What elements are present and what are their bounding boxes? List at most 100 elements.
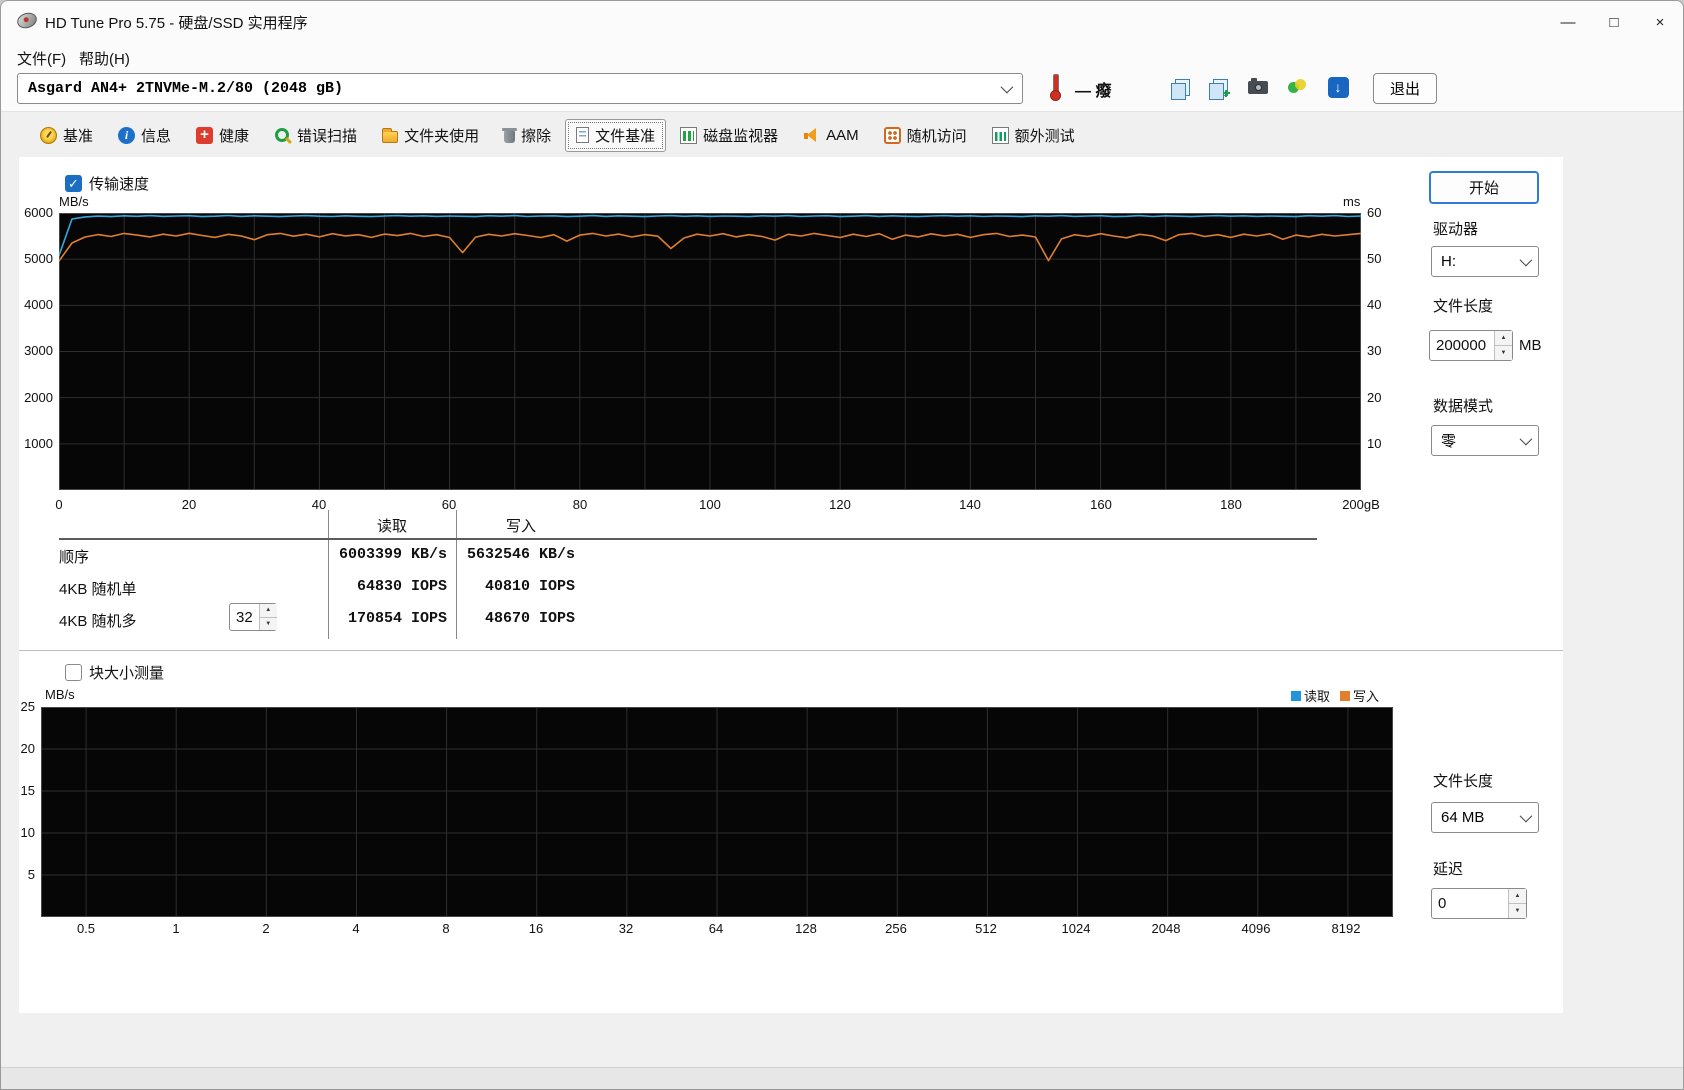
data-mode-select[interactable]: 零	[1431, 425, 1539, 456]
tab-folder-usage[interactable]: 文件夹使用	[371, 119, 490, 152]
window-title: HD Tune Pro 5.75 - 硬盘/SSD 实用程序	[45, 15, 308, 32]
tab-aam[interactable]: AAM	[792, 121, 870, 150]
y-axis-unit: MB/s	[45, 687, 75, 702]
tab-label: 擦除	[521, 127, 552, 145]
spin-down-icon[interactable]	[1495, 346, 1512, 360]
queue-depth-value[interactable]: 32	[230, 604, 259, 630]
x-tick: 160	[1090, 497, 1112, 512]
extra-tests-icon	[991, 126, 1009, 144]
x-tick: 0.5	[76, 921, 96, 936]
x-tick: 1024	[1061, 921, 1091, 936]
drive-combo-value: Asgard AN4+ 2TNVMe-M.2/80 (2048 gB)	[28, 80, 344, 97]
spin-up-icon[interactable]	[1495, 331, 1512, 346]
drive-combo[interactable]: Asgard AN4+ 2TNVMe-M.2/80 (2048 gB)	[17, 73, 1023, 104]
exit-button[interactable]: 退出	[1373, 73, 1437, 104]
tab-label: 文件夹使用	[404, 127, 480, 145]
x-tick: 140	[959, 497, 981, 512]
y-tick: 20	[1367, 390, 1382, 405]
camera-icon	[1248, 77, 1268, 94]
file-length-value[interactable]: 200000	[1430, 331, 1494, 360]
spin-up-icon[interactable]	[1509, 889, 1526, 904]
sequential-write-value: 5632546 KB/s	[466, 546, 575, 563]
tab-label: 额外测试	[1014, 127, 1075, 145]
tab-benchmark[interactable]: 基准	[29, 119, 104, 152]
start-button[interactable]: 开始	[1429, 171, 1539, 204]
erase-icon	[502, 128, 518, 143]
copy-pages-icon	[1170, 78, 1190, 100]
chart-legend: 读取 写入	[1291, 686, 1379, 705]
menu-file[interactable]: 文件(F)	[11, 46, 72, 71]
file-benchmark-icon	[576, 127, 590, 143]
table-header-rule	[59, 538, 1317, 540]
tab-error-scan[interactable]: 错误扫描	[263, 119, 368, 152]
info-icon	[118, 126, 136, 144]
color-test-icon	[1288, 79, 1306, 95]
copy-to-file-button[interactable]	[1203, 72, 1237, 102]
tab-info[interactable]: 信息	[107, 119, 182, 152]
health-icon	[196, 126, 214, 144]
x-tick: 4	[352, 921, 360, 936]
checkbox-checked-icon	[65, 175, 82, 192]
title-bar: HD Tune Pro 5.75 - 硬盘/SSD 实用程序 — □ ×	[1, 1, 1683, 43]
checkbox-unchecked-icon	[65, 664, 82, 681]
spin-down-icon[interactable]	[1509, 904, 1526, 918]
row-label-4kb-single: 4KB 随机单	[59, 581, 137, 598]
y-tick: 50	[1367, 251, 1382, 266]
y-tick: 2000	[24, 390, 53, 405]
read-swatch-icon	[1291, 691, 1301, 701]
delay-input[interactable]: 0	[1431, 888, 1527, 919]
tab-label: 信息	[141, 127, 172, 145]
options-button[interactable]	[1280, 72, 1314, 102]
y-tick: 3000	[24, 343, 53, 358]
tab-erase[interactable]: 擦除	[493, 119, 562, 152]
minimize-to-tray-button[interactable]	[1321, 72, 1355, 102]
x-tick: 512	[975, 921, 997, 936]
x-tick: 100	[699, 497, 721, 512]
block-file-length-label: 文件长度	[1433, 773, 1494, 790]
tab-label: AAM	[826, 126, 859, 144]
x-tick: 200gB	[1342, 497, 1380, 512]
transfer-speed-chart	[58, 213, 1362, 490]
tab-disk-monitor[interactable]: 磁盘监视器	[669, 119, 789, 152]
disk-monitor-icon	[680, 126, 698, 144]
x-tick: 256	[885, 921, 907, 936]
y-tick: 10	[20, 825, 35, 840]
file-length-input[interactable]: 200000	[1429, 330, 1513, 361]
y-axis-unit-left: MB/s	[59, 194, 89, 209]
queue-depth-input[interactable]: 32	[229, 603, 277, 631]
drive-select[interactable]: H:	[1431, 246, 1539, 277]
screenshot-button[interactable]	[1241, 72, 1275, 102]
tab-extra-tests[interactable]: 额外测试	[981, 119, 1086, 152]
spin-up-icon[interactable]	[259, 604, 277, 618]
y-tick: 20	[20, 741, 35, 756]
tab-file-benchmark[interactable]: 文件基准	[565, 118, 667, 152]
transfer-speed-checkbox[interactable]: 传输速度	[65, 173, 149, 194]
table-divider	[328, 510, 329, 639]
tab-health[interactable]: 健康	[185, 119, 260, 152]
close-button[interactable]: ×	[1637, 1, 1683, 43]
data-mode-value: 零	[1441, 433, 1457, 450]
drive-label: 驱动器	[1433, 221, 1479, 238]
menu-help[interactable]: 帮助(H)	[73, 46, 136, 71]
minimize-button[interactable]: —	[1545, 1, 1591, 43]
random-single-read-value: 64830 IOPS	[356, 578, 447, 595]
transfer-speed-label: 传输速度	[89, 176, 150, 193]
delay-value[interactable]: 0	[1432, 889, 1508, 918]
file-length-label: 文件长度	[1433, 298, 1494, 315]
spin-down-icon[interactable]	[259, 617, 277, 630]
maximize-button[interactable]: □	[1591, 1, 1637, 43]
column-header-read: 读取	[376, 518, 407, 535]
x-tick: 20	[181, 497, 197, 512]
tab-random-access[interactable]: 随机访问	[873, 119, 978, 152]
x-tick: 4096	[1241, 921, 1271, 936]
block-file-length-select[interactable]: 64 MB	[1431, 802, 1539, 833]
block-size-chart	[41, 707, 1393, 917]
random-multi-read-value: 170854 IOPS	[347, 610, 447, 627]
folder-usage-icon	[382, 128, 399, 143]
copy-to-clipboard-button[interactable]	[1165, 72, 1199, 102]
random-access-icon	[883, 126, 901, 144]
error-scan-icon	[274, 127, 291, 144]
chevron-down-icon	[1519, 809, 1533, 823]
tab-bar: 基准 信息 健康 错误扫描 文件夹使用 擦除 文件基准 磁盘监视器 AAM 随机…	[29, 117, 1086, 153]
block-size-checkbox[interactable]: 块大小测量	[65, 662, 164, 683]
